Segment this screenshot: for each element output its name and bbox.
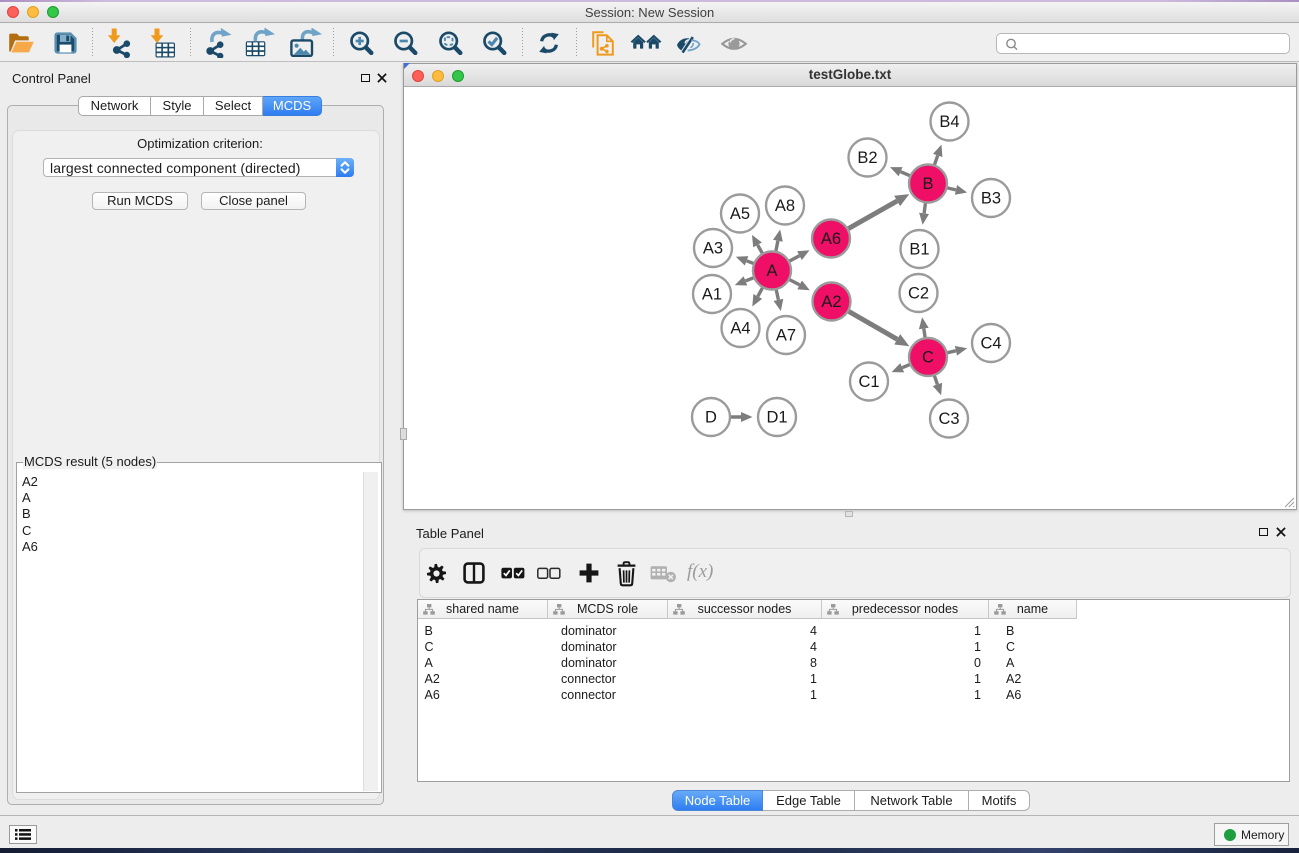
svg-text:A1: A1: [702, 286, 722, 304]
svg-text:A2: A2: [821, 293, 841, 311]
svg-text:A3: A3: [703, 240, 723, 258]
svg-text:A4: A4: [730, 320, 750, 338]
svg-text:C3: C3: [938, 410, 959, 428]
svg-text:B2: B2: [857, 149, 877, 167]
svg-text:A8: A8: [775, 197, 795, 215]
svg-text:C1: C1: [858, 373, 879, 391]
svg-text:B: B: [922, 175, 933, 193]
svg-text:A: A: [766, 262, 777, 280]
svg-text:A7: A7: [776, 327, 796, 345]
svg-text:A6: A6: [821, 230, 841, 248]
svg-text:C: C: [922, 349, 934, 367]
svg-text:B3: B3: [981, 190, 1001, 208]
svg-text:D: D: [705, 409, 717, 427]
svg-text:A5: A5: [730, 205, 750, 223]
svg-text:B4: B4: [939, 113, 959, 131]
svg-text:B1: B1: [909, 241, 929, 259]
svg-text:D1: D1: [766, 409, 787, 427]
svg-text:C2: C2: [908, 285, 929, 303]
svg-text:C4: C4: [980, 335, 1001, 353]
